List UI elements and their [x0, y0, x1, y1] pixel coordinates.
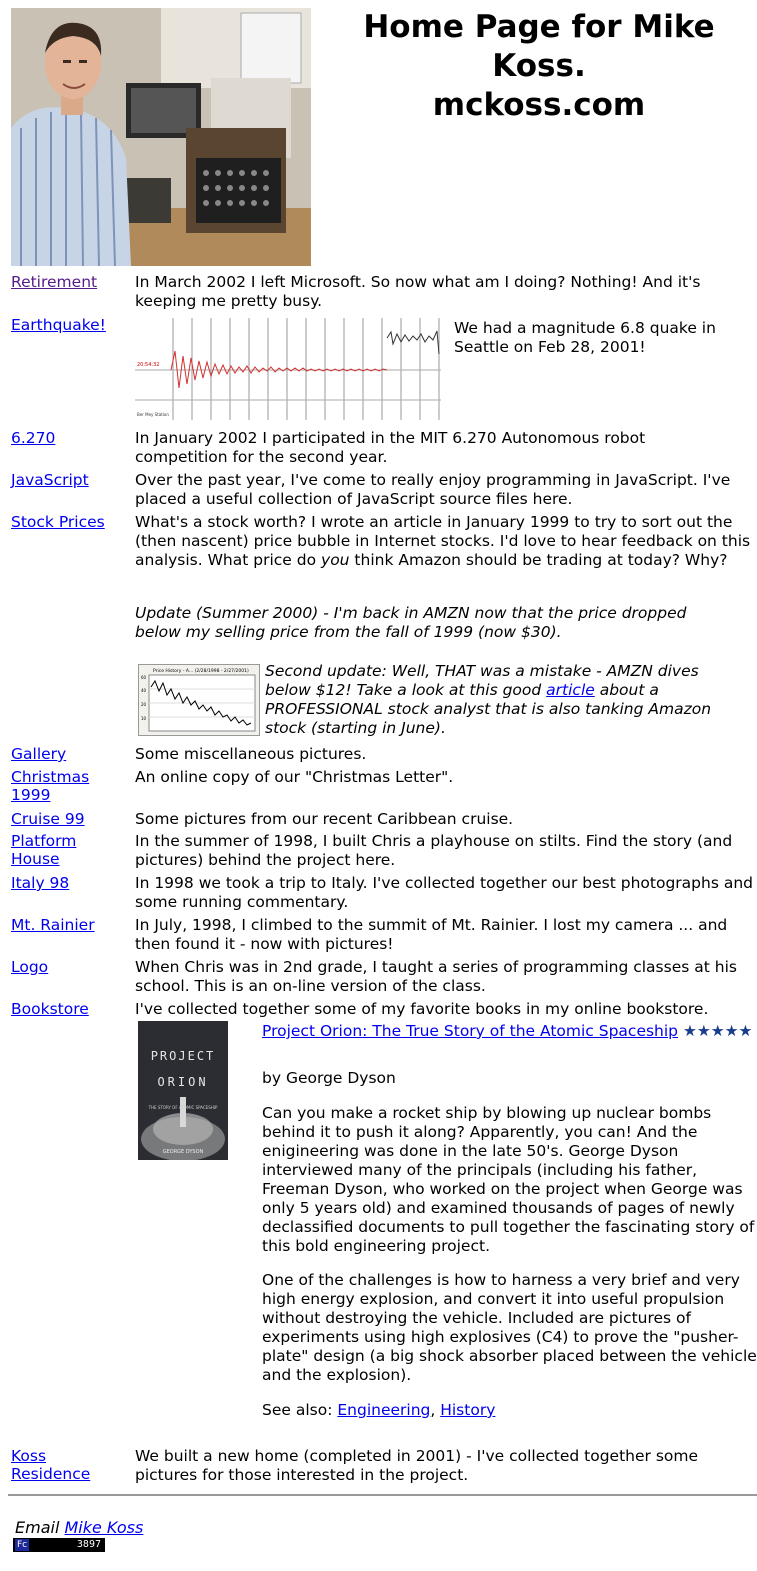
nav-row-cruise: Cruise 99	[11, 810, 129, 828]
counter-badge-icon: Fc	[15, 1539, 29, 1551]
book-title-row: Project Orion: The True Story of the Ato…	[262, 1022, 757, 1041]
nav-row-bookstore: Bookstore	[11, 1000, 129, 1018]
nav-row-javascript: JavaScript	[11, 471, 129, 489]
book-review-paragraph-1: Can you make a rocket ship by blowing up…	[262, 1104, 755, 1255]
link-gallery[interactable]: Gallery	[11, 745, 66, 763]
nav-row-logo: Logo	[11, 958, 129, 976]
link-platform-line2: House	[11, 850, 60, 868]
nav-row-earthquake: Earthquake!	[11, 316, 129, 334]
nav-row-stock-prices: Stock Prices	[11, 513, 129, 531]
svg-text:10: 10	[141, 716, 147, 721]
counter-value: 3897	[76, 1539, 101, 1550]
footer-email: Email Mike Koss	[15, 1518, 143, 1537]
nav-row-platform-house: Platform House	[11, 832, 129, 868]
stock-text-b: think Amazon should be trading at today?…	[349, 551, 728, 569]
link-history[interactable]: History	[440, 1401, 495, 1419]
desc-residence: We built a new home (completed in 2001) …	[135, 1447, 699, 1484]
title-line-1: Home Page for Mike	[363, 9, 715, 45]
desc-italy: In 1998 we took a trip to Italy. I've co…	[135, 874, 753, 911]
desc-platform-house: In the summer of 1998, I built Chris a p…	[135, 832, 733, 869]
link-cruise-99[interactable]: Cruise 99	[11, 810, 85, 828]
book-review-paragraph-2: One of the challenges is how to harness …	[262, 1271, 757, 1384]
link-retirement[interactable]: Retirement	[11, 273, 97, 291]
stock-second-update: Second update: Well, THAT was a mistake …	[265, 662, 740, 738]
email-label: Email	[15, 1518, 65, 1537]
nav-row-residence: Koss Residence	[11, 1447, 129, 1483]
stock-update: Update (Summer 2000) - I'm back in AMZN …	[135, 604, 687, 641]
svg-text:20: 20	[141, 702, 147, 707]
cover-title-line1: PROJECT	[151, 1049, 216, 1063]
link-javascript[interactable]: JavaScript	[11, 471, 89, 489]
book-see-also: See also: Engineering, History	[262, 1401, 742, 1420]
rating-stars-icon: ★★★★★	[682, 1022, 753, 1040]
link-christmas-line2: 1999	[11, 786, 51, 804]
desc-earthquake: We had a magnitude 6.8 quake in Seattle …	[454, 319, 716, 356]
page-title: Home Page for Mike Koss. mckoss.com	[330, 8, 748, 125]
link-italy-98[interactable]: Italy 98	[11, 874, 69, 892]
nav-row-6270: 6.270	[11, 429, 129, 447]
desc-retirement: In March 2002 I left Microsoft. So now w…	[135, 273, 701, 310]
nav-row-rainier: Mt. Rainier	[11, 916, 129, 934]
link-mt-rainier[interactable]: Mt. Rainier	[11, 916, 95, 934]
desc-christmas: An online copy of our "Christmas Letter"…	[135, 768, 454, 786]
link-christmas-line1: Christmas	[11, 768, 90, 786]
svg-text:60: 60	[141, 675, 147, 680]
desc-logo: When Chris was in 2nd grade, I taught a …	[135, 958, 737, 995]
hit-counter[interactable]: Fc 3897	[13, 1538, 105, 1552]
footer-divider	[8, 1494, 757, 1496]
desc-6270: In January 2002 I participated in the MI…	[135, 429, 646, 466]
cover-subtitle: THE STORY OF ATOMIC SPACESHIP	[148, 1105, 218, 1110]
link-residence-line2: Residence	[11, 1465, 91, 1483]
profile-photo	[11, 8, 311, 266]
link-email-mike-koss[interactable]: Mike Koss	[64, 1518, 143, 1537]
nav-row-retirement: Retirement	[11, 273, 129, 291]
cover-title-line2: ORION	[157, 1075, 208, 1089]
svg-text:20:54:32: 20:54:32	[137, 362, 159, 368]
desc-javascript: Over the past year, I've come to really …	[135, 471, 731, 508]
book-author: by George Dyson	[262, 1069, 396, 1087]
desc-bookstore: I've collected together some of my favor…	[135, 1000, 709, 1018]
seismograph-image[interactable]: 20:54:32 Ber Mey Station	[135, 316, 441, 422]
link-bookstore[interactable]: Bookstore	[11, 1000, 89, 1018]
stock-text-you: you	[321, 551, 350, 569]
see-also-label: See also:	[262, 1401, 338, 1419]
nav-row-christmas: Christmas 1999	[11, 768, 129, 804]
title-line-2: Koss.	[492, 48, 586, 84]
cover-author: GEORGE DYSON	[163, 1149, 204, 1155]
link-koss-residence[interactable]: Koss Residence	[11, 1447, 90, 1483]
link-earthquake[interactable]: Earthquake!	[11, 316, 106, 334]
nav-row-gallery: Gallery	[11, 745, 129, 763]
link-residence-line1: Koss	[11, 1447, 47, 1465]
link-logo[interactable]: Logo	[11, 958, 48, 976]
amzn-price-chart-thumbnail: Price History - A... (2/28/1998 - 2/27/2…	[138, 664, 260, 736]
link-engineering[interactable]: Engineering	[337, 1401, 430, 1419]
link-platform-line1: Platform	[11, 832, 77, 850]
desc-gallery: Some miscellaneous pictures.	[135, 745, 367, 763]
amzn-chart-title: Price History - A... (2/28/1998 - 2/27/2…	[153, 668, 249, 674]
desc-cruise: Some pictures from our recent Caribbean …	[135, 810, 514, 828]
link-christmas-1999[interactable]: Christmas 1999	[11, 768, 89, 804]
title-line-3: mckoss.com	[432, 87, 646, 123]
desc-rainier: In July, 1998, I climbed to the summit o…	[135, 916, 728, 953]
link-platform-house[interactable]: Platform House	[11, 832, 76, 868]
svg-text:Ber Mey Station: Ber Mey Station	[137, 412, 169, 417]
see-also-separator: ,	[430, 1401, 441, 1419]
link-article[interactable]: article	[546, 681, 595, 699]
book-cover-project-orion[interactable]: PROJECT ORION THE STORY OF ATOMIC SPACES…	[138, 1021, 228, 1160]
link-book-project-orion[interactable]: Project Orion: The True Story of the Ato…	[262, 1022, 678, 1040]
nav-row-italy: Italy 98	[11, 874, 129, 892]
link-6270[interactable]: 6.270	[11, 429, 55, 447]
desc-stock-prices: What's a stock worth? I wrote an article…	[135, 513, 757, 570]
svg-text:40: 40	[141, 688, 147, 693]
link-stock-prices[interactable]: Stock Prices	[11, 513, 105, 531]
